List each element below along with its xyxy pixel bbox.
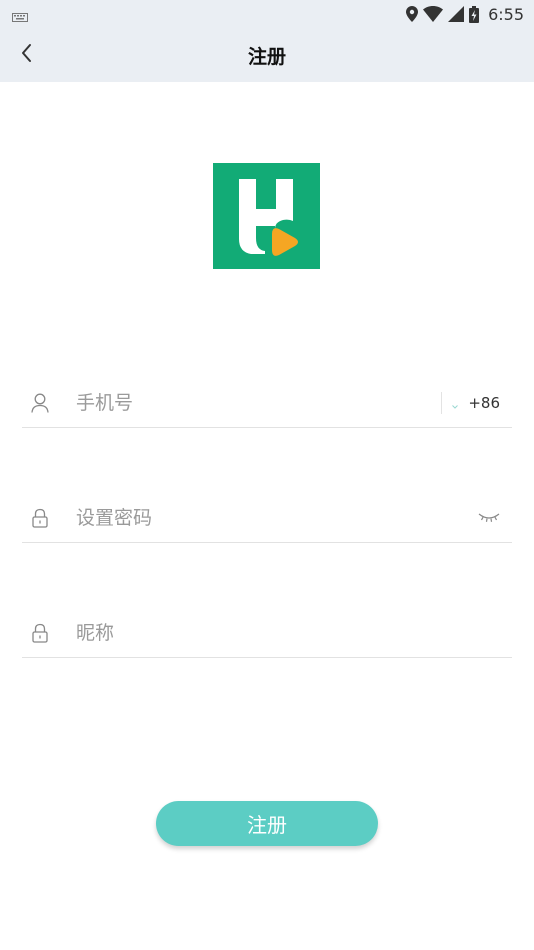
- location-icon: [406, 6, 419, 22]
- app-bar: 注册: [0, 28, 534, 82]
- lock-icon: [31, 508, 49, 532]
- country-code-selector[interactable]: +86: [441, 392, 500, 414]
- status-bar: 6:55: [0, 0, 534, 28]
- nickname-input[interactable]: [76, 616, 406, 650]
- page-title: 注册: [247, 46, 286, 68]
- battery-charging-icon: [469, 5, 480, 23]
- chevron-down-icon: [452, 394, 459, 413]
- wifi-icon: [423, 6, 444, 22]
- status-time: 6:55: [488, 4, 524, 24]
- user-icon: [31, 393, 49, 417]
- divider: [441, 392, 443, 414]
- password-input[interactable]: [76, 501, 406, 535]
- phone-input[interactable]: [76, 386, 406, 420]
- signal-icon: [448, 6, 465, 22]
- register-button[interactable]: 注册: [156, 801, 378, 846]
- keyboard-icon: [12, 8, 28, 27]
- nickname-field: [22, 608, 512, 658]
- lock-icon: [31, 623, 49, 647]
- password-field: [22, 493, 512, 543]
- phone-field: +86: [22, 378, 512, 428]
- status-icons: 6:55: [406, 3, 524, 25]
- eye-closed-icon[interactable]: [478, 509, 500, 528]
- country-code: +86: [468, 394, 500, 412]
- app-logo: [213, 163, 320, 269]
